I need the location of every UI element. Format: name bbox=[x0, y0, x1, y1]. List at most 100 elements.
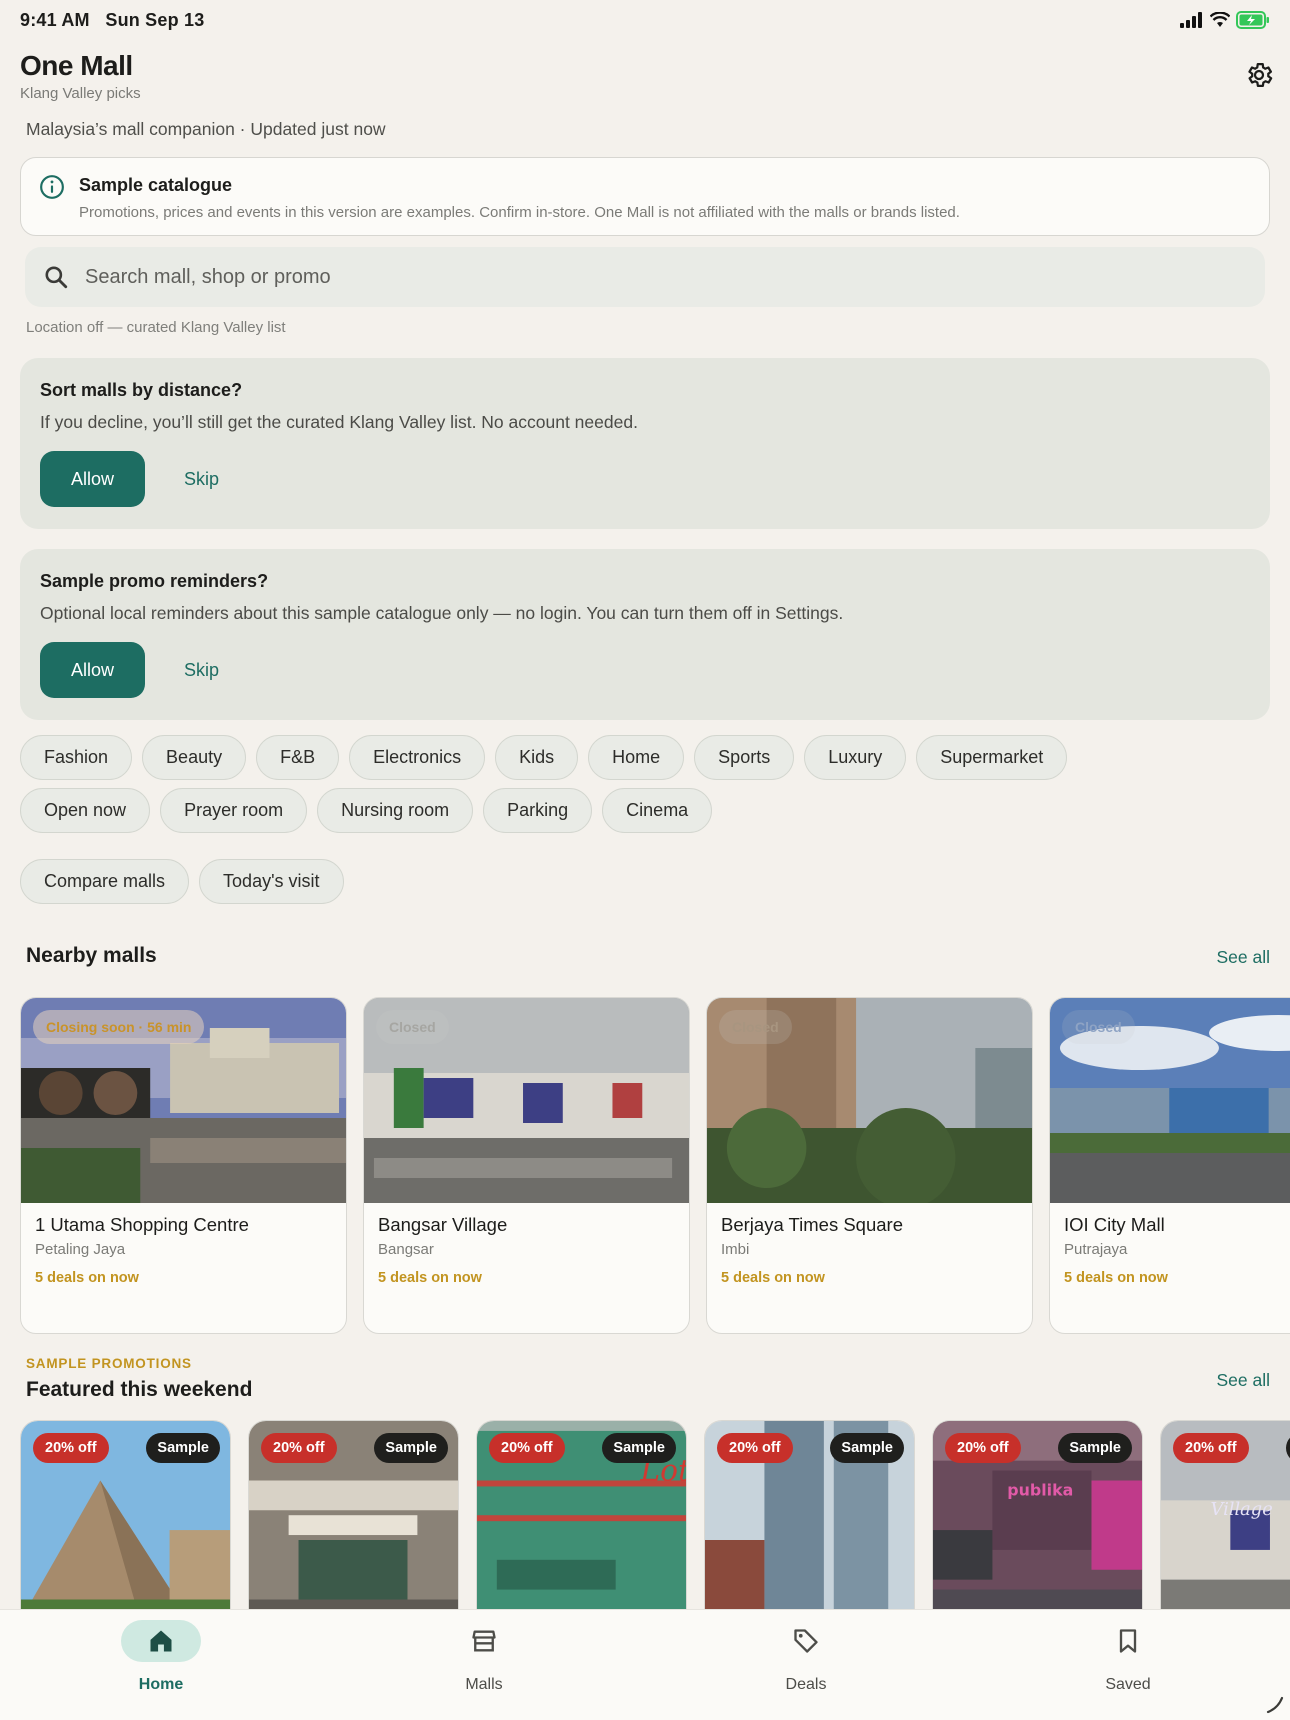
compare-malls-button[interactable]: Compare malls bbox=[20, 859, 190, 904]
featured-promotions-carousel[interactable]: 20% off Sample 20% off Sample Lot 20% of… bbox=[20, 1420, 1290, 1610]
reminder-prompt-body: Optional local reminders about this samp… bbox=[40, 603, 844, 623]
tab-home-indicator bbox=[121, 1620, 201, 1662]
discount-badge: 20% off bbox=[945, 1433, 1021, 1463]
nearby-malls-title: Nearby malls bbox=[26, 944, 157, 967]
mall-name: Berjaya Times Square bbox=[721, 1214, 904, 1235]
sample-badge: Sample bbox=[1058, 1433, 1132, 1463]
chip-beauty[interactable]: Beauty bbox=[142, 735, 247, 780]
reminder-prompt-title: Sample promo reminders? bbox=[40, 571, 269, 591]
store-icon bbox=[472, 1630, 496, 1652]
discount-badge: 20% off bbox=[1173, 1433, 1249, 1463]
promo-photo-text: publika bbox=[1007, 1480, 1073, 1499]
chip-kids[interactable]: Kids bbox=[495, 735, 579, 780]
location-prompt-body: If you decline, you’ll still get the cur… bbox=[40, 412, 638, 432]
mall-deals-count: 5 deals on now bbox=[378, 1270, 482, 1286]
sample-catalogue-notice: Sample catalogue Promotions, prices and … bbox=[20, 157, 1270, 236]
tab-malls[interactable]: Malls bbox=[404, 1610, 564, 1720]
promo-card[interactable]: 20% off Sample bbox=[20, 1420, 231, 1610]
tab-label: Malls bbox=[465, 1676, 503, 1693]
resize-handle-icon bbox=[1266, 1696, 1284, 1714]
bottom-tab-bar: Home Malls Deals Saved bbox=[0, 1609, 1290, 1720]
search-icon bbox=[45, 266, 68, 289]
signal-icon bbox=[1180, 12, 1202, 28]
location-skip-button[interactable]: Skip bbox=[170, 451, 233, 507]
reminder-permission-card: Sample promo reminders? Optional local r… bbox=[20, 549, 1270, 720]
promo-card[interactable]: Lot 20% off Sample bbox=[476, 1420, 687, 1610]
promo-card[interactable]: 20% off Sample bbox=[704, 1420, 915, 1610]
tab-saved[interactable]: Saved bbox=[1048, 1610, 1208, 1720]
settings-gear-icon[interactable] bbox=[1244, 60, 1274, 90]
app-subtitle: Klang Valley picks bbox=[20, 85, 141, 102]
chip-home[interactable]: Home bbox=[588, 735, 685, 780]
info-icon bbox=[40, 175, 64, 199]
featured-title: Featured this weekend bbox=[26, 1378, 253, 1401]
mall-deals-count: 5 deals on now bbox=[721, 1270, 825, 1286]
search-input[interactable] bbox=[85, 257, 1235, 297]
chip-cinema[interactable]: Cinema bbox=[602, 788, 713, 833]
promo-photo-text: Village bbox=[1211, 1499, 1273, 1520]
promo-card[interactable]: Village 20% off Sample bbox=[1160, 1420, 1290, 1610]
sample-badge: Sample bbox=[374, 1433, 448, 1463]
chip-electronics[interactable]: Electronics bbox=[349, 735, 486, 780]
app-title: One Mall bbox=[20, 50, 133, 81]
mall-open-status: Closed bbox=[719, 1010, 792, 1044]
chip-prayer-room[interactable]: Prayer room bbox=[160, 788, 308, 833]
featured-see-all-link[interactable]: See all bbox=[1216, 1370, 1270, 1391]
reminder-skip-button[interactable]: Skip bbox=[170, 642, 233, 698]
mall-card[interactable]: Closed Berjaya Times Square Imbi 5 deals… bbox=[706, 997, 1033, 1334]
tab-malls-indicator bbox=[444, 1620, 524, 1662]
chip-luxury[interactable]: Luxury bbox=[804, 735, 907, 780]
mall-area: Putrajaya bbox=[1064, 1241, 1128, 1258]
location-note: Location off — curated Klang Valley list bbox=[26, 319, 286, 336]
mall-open-status: Closed bbox=[376, 1010, 449, 1044]
tool-chip-row: Compare malls Today's visit bbox=[20, 859, 344, 904]
chip-open-now[interactable]: Open now bbox=[20, 788, 151, 833]
mall-card[interactable]: Closed IOI City Mall Putrajaya 5 deals o… bbox=[1049, 997, 1290, 1334]
tagline: Malaysia’s mall companion · Updated just… bbox=[26, 119, 386, 139]
tab-saved-indicator bbox=[1088, 1620, 1168, 1662]
wifi-icon bbox=[1210, 12, 1230, 27]
battery-icon bbox=[1236, 11, 1269, 29]
mall-area: Petaling Jaya bbox=[35, 1241, 126, 1258]
sample-badge: Sample bbox=[830, 1433, 904, 1463]
status-indicators bbox=[1180, 11, 1270, 29]
tab-label: Deals bbox=[785, 1676, 827, 1693]
reminder-allow-button[interactable]: Allow bbox=[40, 642, 145, 698]
location-prompt-title: Sort malls by distance? bbox=[40, 380, 243, 400]
sample-badge: Sample bbox=[602, 1433, 676, 1463]
location-permission-card: Sort malls by distance? If you decline, … bbox=[20, 358, 1270, 529]
mall-deals-count: 5 deals on now bbox=[35, 1270, 139, 1286]
mall-open-status: Closed bbox=[1062, 1010, 1135, 1044]
discount-badge: 20% off bbox=[717, 1433, 793, 1463]
mall-deals-count: 5 deals on now bbox=[1064, 1270, 1168, 1286]
sample-badge: Sample bbox=[146, 1433, 220, 1463]
mall-open-status: Closing soon · 56 min bbox=[33, 1010, 205, 1044]
nearby-see-all-link[interactable]: See all bbox=[1216, 947, 1270, 968]
chip-supermarket[interactable]: Supermarket bbox=[916, 735, 1068, 780]
mall-name: IOI City Mall bbox=[1064, 1214, 1165, 1235]
tab-home[interactable]: Home bbox=[81, 1610, 241, 1720]
notice-body: Promotions, prices and events in this ve… bbox=[79, 204, 960, 221]
todays-visit-button[interactable]: Today's visit bbox=[199, 859, 344, 904]
chip-fnb[interactable]: F&B bbox=[256, 735, 340, 780]
tab-deals-indicator bbox=[766, 1620, 846, 1662]
chip-nursing-room[interactable]: Nursing room bbox=[317, 788, 474, 833]
chip-sports[interactable]: Sports bbox=[694, 735, 795, 780]
promo-card[interactable]: publika 20% off Sample bbox=[932, 1420, 1143, 1610]
location-allow-button[interactable]: Allow bbox=[40, 451, 145, 507]
mall-area: Bangsar bbox=[378, 1241, 434, 1258]
mall-name: Bangsar Village bbox=[378, 1214, 508, 1235]
tab-deals[interactable]: Deals bbox=[726, 1610, 886, 1720]
tag-icon bbox=[794, 1629, 818, 1653]
mall-card[interactable]: Closed Bangsar Village Bangsar 5 deals o… bbox=[363, 997, 690, 1334]
chip-parking[interactable]: Parking bbox=[483, 788, 593, 833]
status-time: 9:41 AM Sun Sep 13 bbox=[20, 10, 205, 30]
promo-card[interactable]: 20% off Sample bbox=[248, 1420, 459, 1610]
search-bar[interactable] bbox=[25, 247, 1265, 307]
mall-name: 1 Utama Shopping Centre bbox=[35, 1214, 249, 1235]
chip-fashion[interactable]: Fashion bbox=[20, 735, 133, 780]
nearby-malls-carousel[interactable]: Closing soon · 56 min 1 Utama Shopping C… bbox=[20, 997, 1290, 1335]
mall-card[interactable]: Closing soon · 56 min 1 Utama Shopping C… bbox=[20, 997, 347, 1334]
featured-overline: SAMPLE PROMOTIONS bbox=[26, 1356, 192, 1371]
home-icon bbox=[150, 1630, 172, 1652]
